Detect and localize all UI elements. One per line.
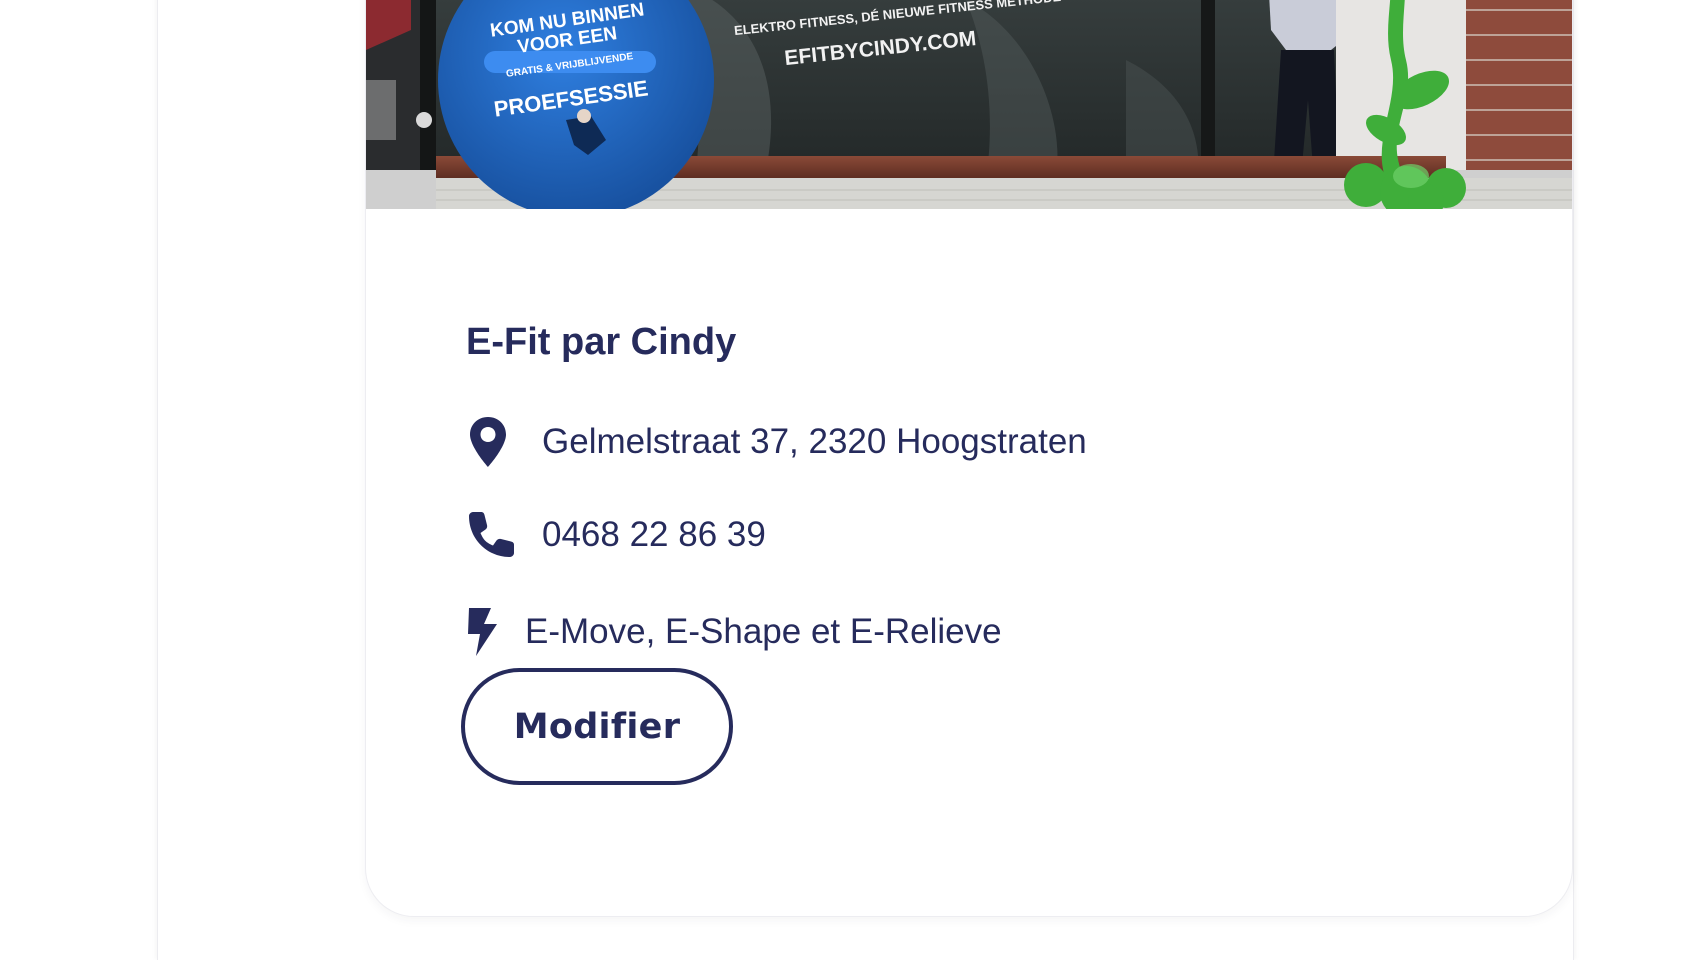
programs-text: E-Move, E-Shape et E-Relieve (525, 612, 1002, 651)
studio-photo: KOM NU BINNEN VOOR EEN GRATIS & VRIJBLIJ… (366, 0, 1572, 209)
phone-icon (464, 509, 516, 561)
map-pin-icon (464, 415, 512, 469)
address-row: Gelmelstraat 37, 2320 Hoogstraten (464, 415, 1087, 469)
page: KOM NU BINNEN VOOR EEN GRATIS & VRIJBLIJ… (0, 0, 1682, 960)
studio-card: KOM NU BINNEN VOOR EEN GRATIS & VRIJBLIJ… (366, 0, 1572, 916)
studio-name: E-Fit par Cindy (466, 321, 737, 363)
address-text: Gelmelstraat 37, 2320 Hoogstraten (542, 422, 1087, 461)
lightning-bolt-icon (464, 606, 500, 658)
edit-button[interactable]: Modifier (461, 668, 733, 785)
phone-row: 0468 22 86 39 (464, 509, 766, 561)
card-body: E-Fit par Cindy Gelmelstraat 37, 2320 Ho… (366, 209, 1572, 916)
phone-text: 0468 22 86 39 (542, 515, 766, 554)
programs-row: E-Move, E-Shape et E-Relieve (464, 606, 1002, 658)
